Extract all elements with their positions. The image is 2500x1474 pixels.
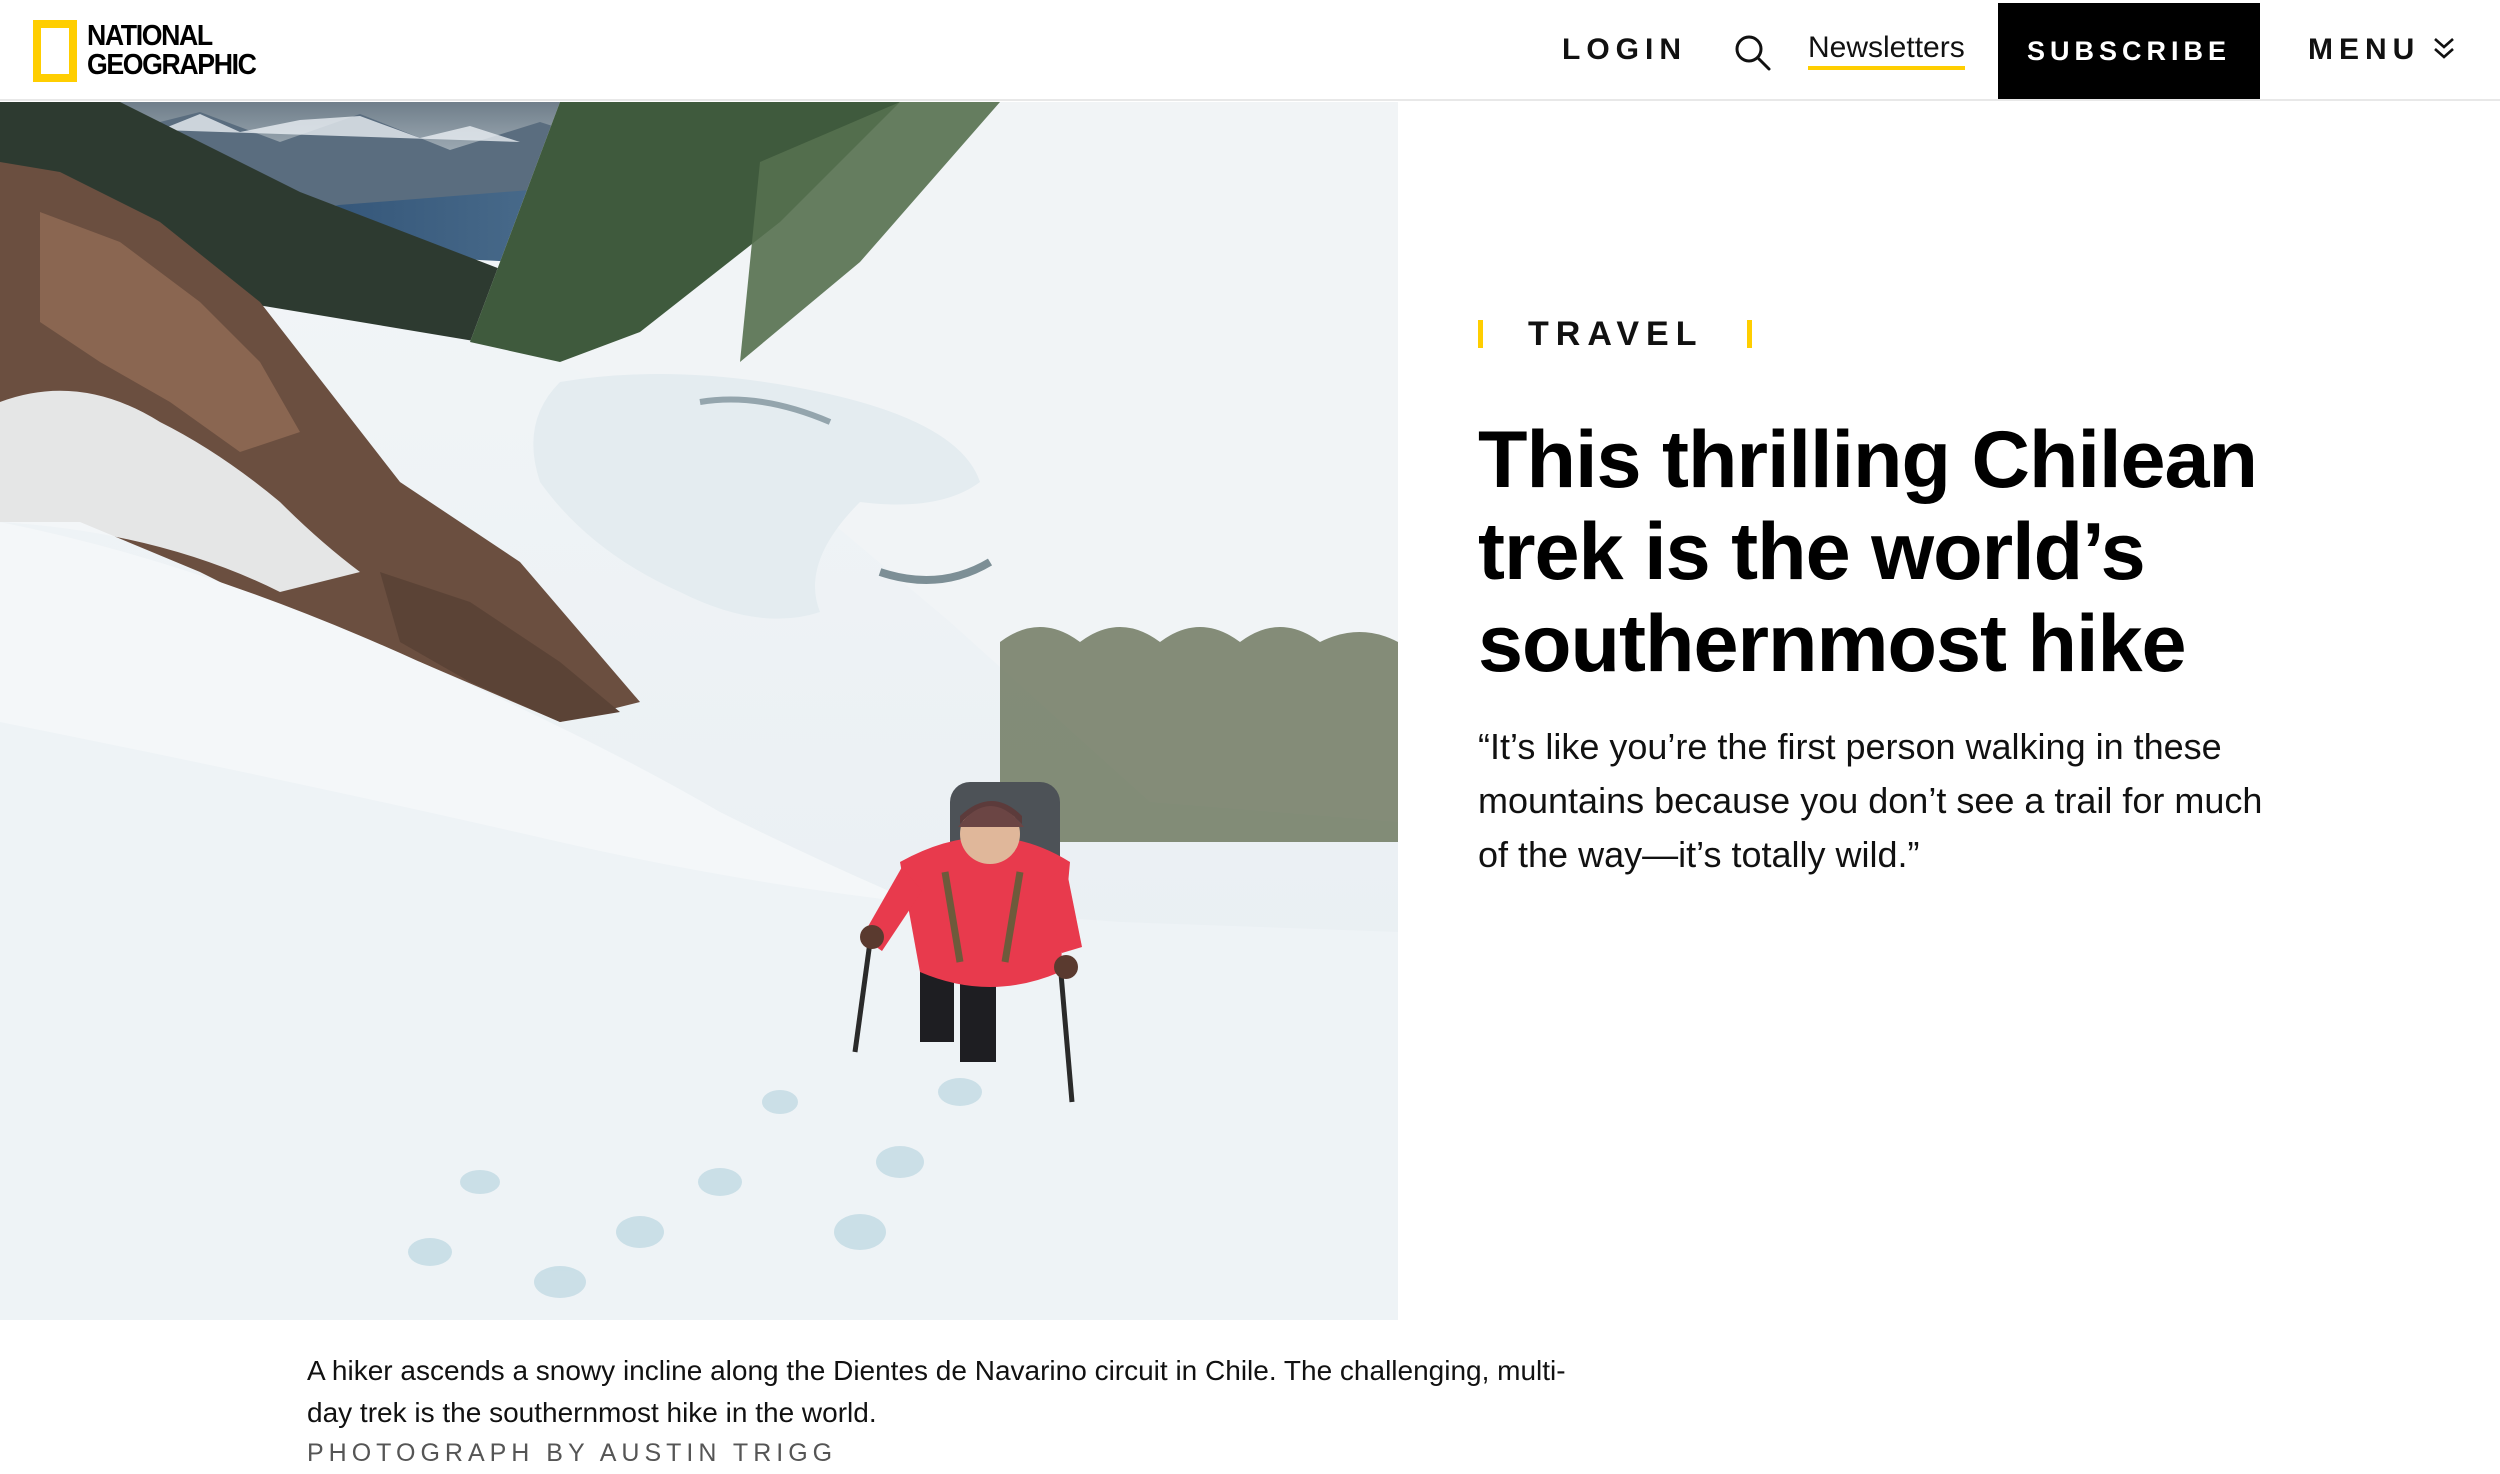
menu-button[interactable]: MENU (2308, 30, 2420, 70)
natgeo-logo[interactable]: NATIONAL GEOGRAPHIC (33, 20, 270, 82)
hiker-snow-mountain-image (0, 102, 1398, 1320)
kicker-bar-right (1747, 320, 1753, 348)
article-headline: This thrilling Chilean trek is the world… (1478, 415, 2258, 689)
hero-photo (0, 102, 1398, 1320)
logo-line-1: NATIONAL (87, 20, 213, 52)
newsletters-underline (1808, 66, 1965, 70)
photo-credit: PHOTOGRAPH BY AUSTIN TRIGG (307, 1439, 838, 1467)
subscribe-button[interactable]: SUBSCRIBE (1998, 3, 2260, 99)
site-header: NATIONAL GEOGRAPHIC LOGIN Newsletters SU… (0, 0, 2500, 101)
photo-caption: A hiker ascends a snowy incline along th… (307, 1355, 1566, 1428)
kicker-bar-left (1478, 320, 1483, 348)
subscribe-label: SUBSCRIBE (2026, 35, 2232, 66)
newsletters-link[interactable]: Newsletters (1808, 28, 1965, 68)
section-kicker[interactable]: TRAVEL (1478, 314, 1753, 354)
yellow-border-icon (33, 20, 77, 82)
login-link[interactable]: LOGIN (1562, 30, 1687, 70)
chevron-down-icon[interactable] (2432, 36, 2456, 62)
logo-wordmark: NATIONAL GEOGRAPHIC (87, 20, 257, 81)
article-dek: “It’s like you’re the first person walki… (1478, 726, 2263, 875)
section-label: TRAVEL (1528, 314, 1704, 353)
logo-line-2: GEOGRAPHIC (87, 49, 257, 81)
search-icon[interactable] (1734, 34, 1772, 72)
